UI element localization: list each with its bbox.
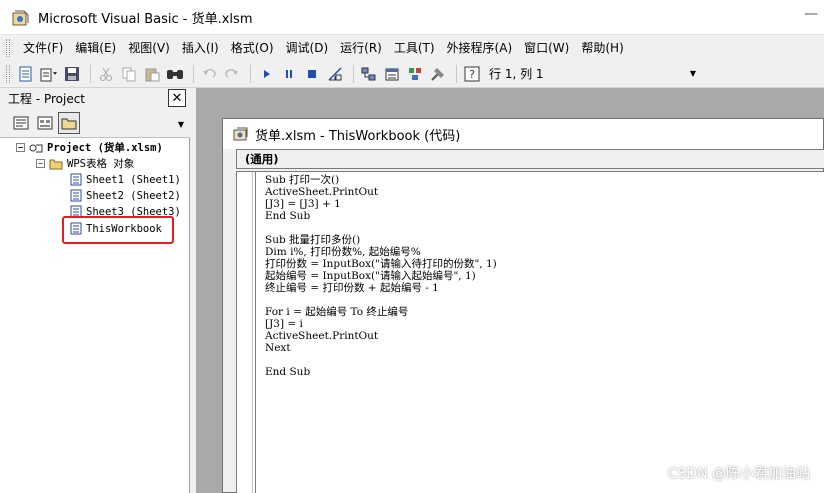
toolbar-separator bbox=[90, 64, 91, 83]
toolbar-separator bbox=[250, 64, 251, 83]
cut-icon[interactable] bbox=[96, 64, 116, 84]
toolbox-icon[interactable] bbox=[428, 64, 448, 84]
window-title: Microsoft Visual Basic - 货单.xlsm bbox=[38, 11, 253, 27]
view-excel-icon[interactable] bbox=[16, 64, 36, 84]
standard-toolbar: ? 行 1, 列 1 ▼ bbox=[0, 60, 824, 88]
reset-icon[interactable] bbox=[302, 64, 322, 84]
find-icon[interactable] bbox=[165, 64, 185, 84]
code-line: Dim i%, 打印份数%, 起始编号% bbox=[265, 246, 421, 258]
save-icon[interactable] bbox=[62, 64, 82, 84]
undo-icon[interactable] bbox=[199, 64, 219, 84]
code-line: Sub 批量打印多份() bbox=[265, 234, 361, 246]
insert-module-icon[interactable] bbox=[39, 64, 59, 84]
tree-node-sheet2[interactable]: Sheet2 (Sheet2) bbox=[70, 188, 181, 203]
project-explorer-icon[interactable] bbox=[359, 64, 379, 84]
pause-icon[interactable] bbox=[279, 64, 299, 84]
view-code-icon[interactable] bbox=[10, 112, 32, 134]
code-line: [J3] = i bbox=[265, 318, 303, 330]
project-pane-title: 工程 - Project bbox=[8, 91, 86, 106]
code-margin bbox=[237, 172, 253, 493]
project-tree: − Project (货单.xlsm) − WPS表格 对象 Sheet1 (S… bbox=[0, 138, 190, 493]
paste-icon[interactable] bbox=[142, 64, 162, 84]
code-text[interactable]: Sub 打印一次() ActiveSheet.PrintOut [J3] = [… bbox=[265, 174, 497, 378]
code-line: ActiveSheet.PrintOut bbox=[265, 330, 379, 342]
menu-format[interactable]: 格式(O) bbox=[226, 36, 279, 59]
object-browser-icon[interactable] bbox=[405, 64, 425, 84]
close-icon[interactable]: ✕ bbox=[168, 89, 186, 107]
code-line: Sub 打印一次() bbox=[265, 174, 340, 186]
chevron-down-icon[interactable]: ▼ bbox=[178, 120, 184, 129]
menu-insert[interactable]: 插入(I) bbox=[177, 36, 224, 59]
toolbar-grip[interactable] bbox=[6, 64, 10, 83]
design-mode-icon[interactable] bbox=[325, 64, 345, 84]
tree-label-sheet2: Sheet2 (Sheet2) bbox=[86, 189, 181, 202]
code-window-icon bbox=[233, 127, 248, 141]
collapse-icon[interactable]: − bbox=[16, 143, 25, 152]
toolbar-separator bbox=[193, 64, 194, 83]
properties-icon[interactable] bbox=[382, 64, 402, 84]
code-line: Next bbox=[265, 342, 291, 354]
sheet-icon bbox=[70, 189, 82, 202]
window-controls: — bbox=[804, 6, 818, 22]
code-line: ActiveSheet.PrintOut bbox=[265, 186, 379, 198]
menu-addins[interactable]: 外接程序(A) bbox=[442, 36, 518, 59]
vba-icon bbox=[12, 10, 29, 26]
minimize-icon[interactable]: — bbox=[804, 6, 818, 22]
menu-view[interactable]: 视图(V) bbox=[123, 36, 175, 59]
code-line: 起始编号 = InputBox("请输入起始编号", 1) bbox=[265, 270, 476, 282]
menu-tools[interactable]: 工具(T) bbox=[389, 36, 440, 59]
menu-file[interactable]: 文件(F) bbox=[18, 36, 68, 59]
sheet-icon bbox=[70, 173, 82, 186]
code-window-title: 货单.xlsm - ThisWorkbook (代码) bbox=[255, 128, 461, 144]
watermark: CSDN @陈小君加油站 bbox=[667, 466, 810, 482]
code-line: End Sub bbox=[265, 366, 311, 378]
code-editor[interactable]: Sub 打印一次() ActiveSheet.PrintOut [J3] = [… bbox=[236, 171, 824, 493]
code-line: 打印份数 = InputBox("请输入待打印的份数", 1) bbox=[265, 258, 497, 270]
view-object-icon[interactable] bbox=[34, 112, 56, 134]
highlight-annotation bbox=[62, 216, 174, 244]
menu-debug[interactable]: 调试(D) bbox=[281, 36, 334, 59]
cursor-position: 行 1, 列 1 bbox=[489, 67, 544, 81]
menu-window[interactable]: 窗口(W) bbox=[519, 36, 574, 59]
title-bar: Microsoft Visual Basic - 货单.xlsm — bbox=[0, 0, 824, 34]
menu-edit[interactable]: 编辑(E) bbox=[70, 36, 121, 59]
project-pane-toolbar: ▼ bbox=[0, 108, 190, 138]
run-icon[interactable] bbox=[256, 64, 276, 84]
code-line: For i = 起始编号 To 终止编号 bbox=[265, 306, 409, 318]
tree-node-folder[interactable]: − WPS表格 对象 bbox=[36, 156, 134, 171]
object-combo[interactable]: (通用) bbox=[236, 149, 824, 169]
code-margin-divider bbox=[255, 172, 256, 493]
copy-icon[interactable] bbox=[119, 64, 139, 84]
tree-node-project[interactable]: − Project (货单.xlsm) bbox=[16, 140, 163, 155]
folder-icon bbox=[49, 159, 63, 169]
redo-icon[interactable] bbox=[222, 64, 242, 84]
code-window-titlebar: 货单.xlsm - ThisWorkbook (代码) bbox=[223, 119, 823, 149]
tree-label-project: Project (货单.xlsm) bbox=[47, 142, 163, 154]
project-pane-header: 工程 - Project ✕ bbox=[0, 88, 190, 108]
code-line: [J3] = [J3] + 1 bbox=[265, 198, 341, 210]
tree-label-folder: WPS表格 对象 bbox=[67, 158, 135, 170]
vba-project-icon bbox=[29, 144, 43, 152]
svg-text:?: ? bbox=[469, 68, 475, 81]
toolbar-separator bbox=[353, 64, 354, 83]
code-window: 货单.xlsm - ThisWorkbook (代码) (通用) Sub 打印一… bbox=[222, 118, 824, 493]
tree-node-sheet1[interactable]: Sheet1 (Sheet1) bbox=[70, 172, 181, 187]
menu-help[interactable]: 帮助(H) bbox=[576, 36, 628, 59]
toolbar-separator bbox=[456, 64, 457, 83]
menu-bar: 文件(F) 编辑(E) 视图(V) 插入(I) 格式(O) 调试(D) 运行(R… bbox=[0, 34, 824, 60]
collapse-icon[interactable]: − bbox=[36, 159, 45, 168]
tree-label-sheet1: Sheet1 (Sheet1) bbox=[86, 173, 181, 186]
toolbar-options-icon[interactable]: ▼ bbox=[690, 69, 696, 78]
toggle-folders-icon[interactable] bbox=[58, 111, 80, 134]
menu-grip[interactable] bbox=[6, 38, 10, 57]
code-line: 终止编号 = 打印份数 + 起始编号 - 1 bbox=[265, 282, 439, 294]
help-icon[interactable]: ? bbox=[462, 64, 482, 84]
menu-run[interactable]: 运行(R) bbox=[335, 36, 387, 59]
code-line: End Sub bbox=[265, 210, 311, 222]
